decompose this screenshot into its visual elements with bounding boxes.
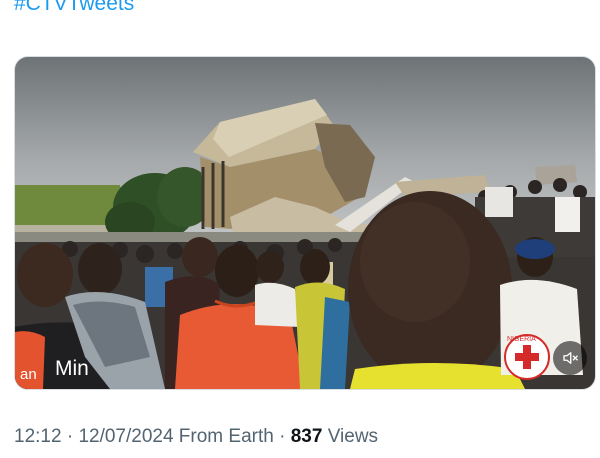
- video-frame: an Min NIGERIA: [15, 57, 595, 389]
- tweet-metadata: 12:12 · 12/07/2024 From Earth · 837 View…: [14, 426, 378, 448]
- views-label: Views: [322, 426, 379, 447]
- shirt-text: Min: [55, 357, 89, 380]
- mute-button[interactable]: [553, 341, 587, 375]
- tweet-date[interactable]: 12/07/2024: [78, 426, 173, 447]
- separator: ·: [61, 426, 79, 447]
- vest-text: NIGERIA: [507, 336, 536, 343]
- hashtag-link[interactable]: #CTVTweets: [14, 0, 134, 16]
- views-count: 837: [290, 426, 323, 447]
- separator: ·: [273, 426, 291, 447]
- tweet-time[interactable]: 12:12: [14, 426, 62, 447]
- volume-muted-icon: [563, 352, 578, 364]
- tweet-source: From Earth: [173, 426, 274, 447]
- tweet-video[interactable]: an Min NIGERIA: [14, 56, 596, 390]
- shirt-prefix-text: an: [20, 366, 37, 383]
